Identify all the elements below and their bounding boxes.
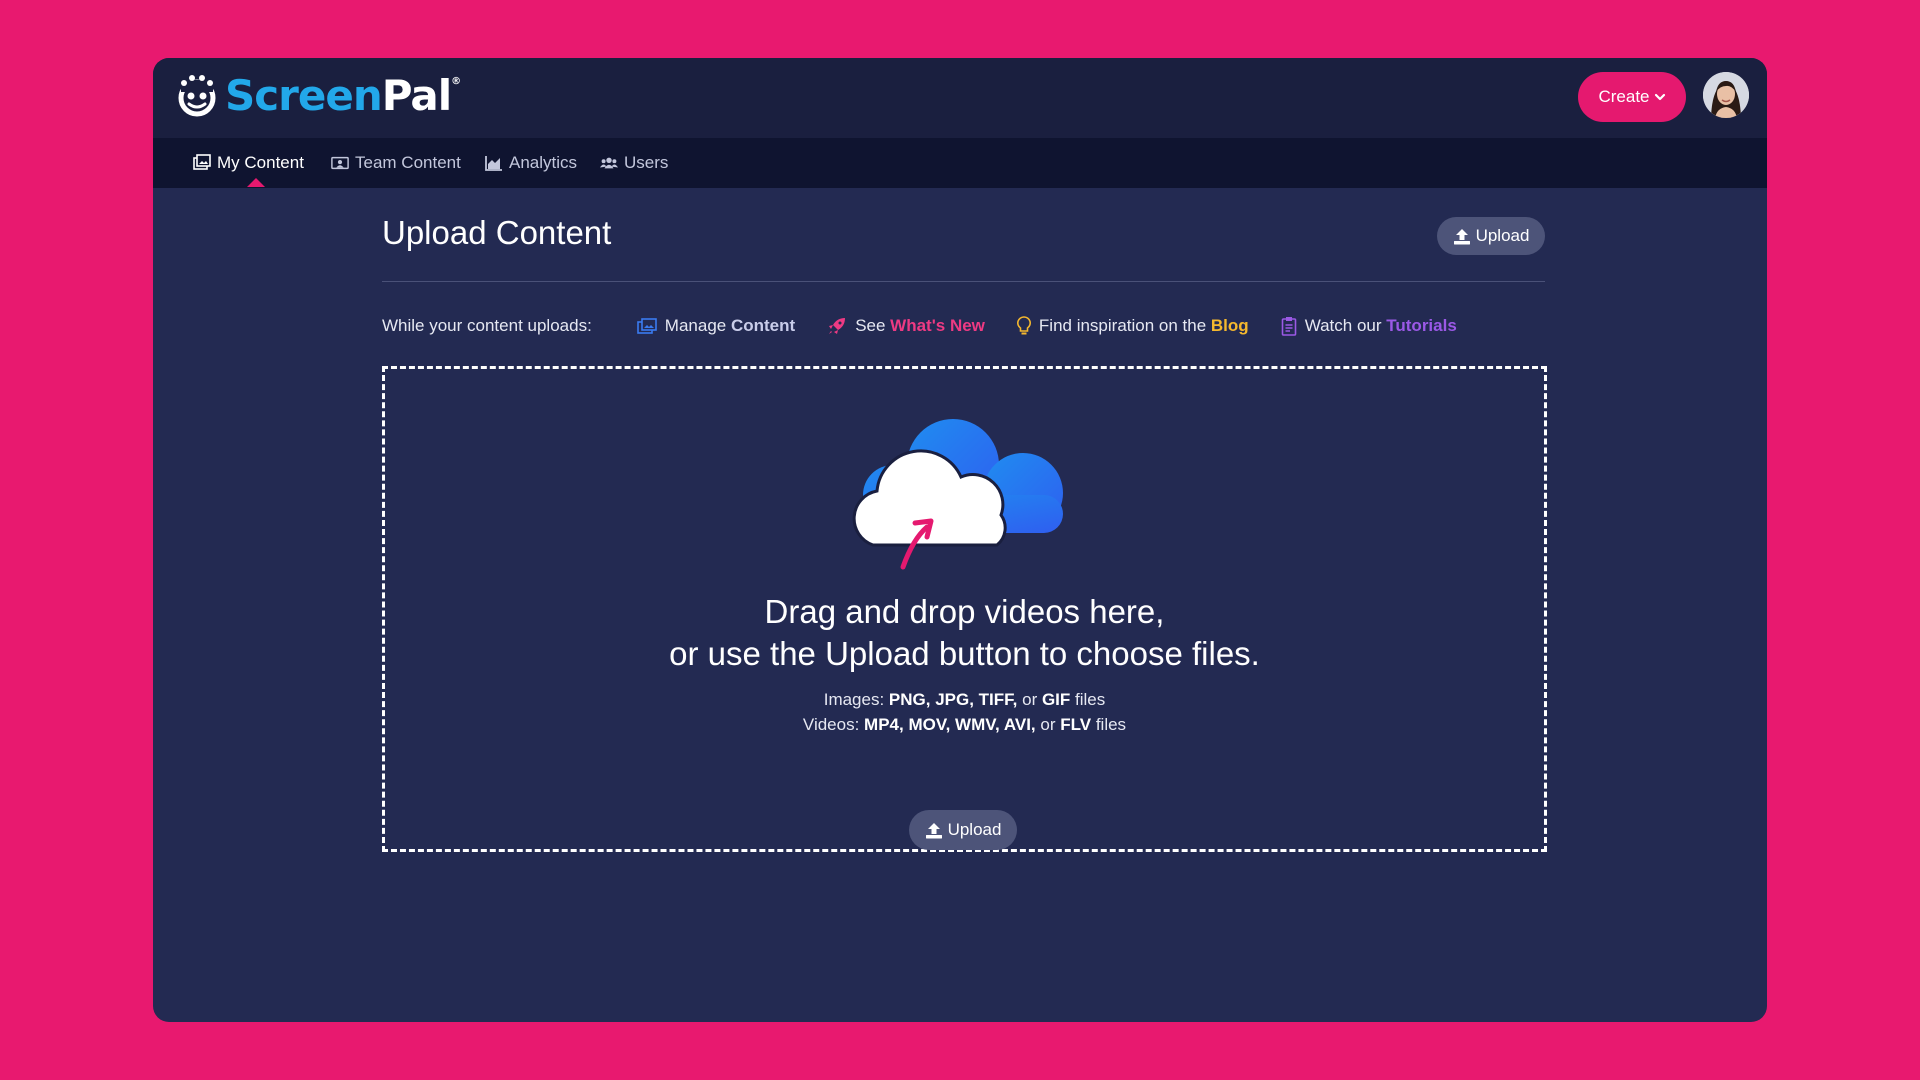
nav-users[interactable]: Users xyxy=(600,138,668,188)
screenpal-logo-icon xyxy=(178,75,216,117)
uploads-lead-text: While your content uploads: xyxy=(382,316,592,335)
team-content-icon xyxy=(331,154,349,172)
nav-team-content[interactable]: Team Content xyxy=(331,138,461,188)
upload-button-label: Upload xyxy=(1475,226,1530,245)
nav-label: My Content xyxy=(217,153,304,172)
tip-tutorials[interactable]: Watch our Tutorials xyxy=(1281,316,1457,336)
create-button-label: Create xyxy=(1598,87,1650,106)
page-title: Upload Content xyxy=(382,214,612,251)
lightbulb-icon xyxy=(1016,316,1031,335)
top-bar: ScreenPal® Create xyxy=(153,58,1767,138)
app-window: ScreenPal® Create My Content Team Conten… xyxy=(153,58,1767,1022)
upload-dropzone[interactable]: Drag and drop videos here, or use the Up… xyxy=(382,366,1547,852)
image-formats-text: Images: PNG, JPG, TIFF, or GIF files xyxy=(823,690,1106,709)
clipboard-icon xyxy=(1281,317,1296,336)
nav-label: Team Content xyxy=(355,153,461,172)
avatar-icon xyxy=(1703,72,1749,118)
header-divider xyxy=(382,281,1545,282)
user-avatar[interactable] xyxy=(1703,72,1749,118)
nav-analytics[interactable]: Analytics xyxy=(485,138,577,188)
analytics-icon xyxy=(485,154,503,172)
screenpal-logo[interactable]: ScreenPal® xyxy=(175,71,461,120)
my-content-icon xyxy=(193,154,211,172)
nav-label: Analytics xyxy=(509,153,578,172)
tip-label: Manage Content xyxy=(664,316,796,335)
upload-icon xyxy=(1453,228,1470,244)
upload-icon xyxy=(925,822,942,838)
users-icon xyxy=(600,154,618,172)
tip-manage-content[interactable]: Manage Content xyxy=(636,316,796,336)
tip-whats-new[interactable]: See What's New xyxy=(827,316,985,336)
tip-label: See What's New xyxy=(855,316,985,335)
main-nav: My Content Team Content Analytics Users xyxy=(153,138,1767,188)
active-nav-indicator xyxy=(247,178,265,187)
upload-button-label: Upload xyxy=(947,820,1002,839)
video-formats-text: Videos: MP4, MOV, WMV, AVI, or FLV files xyxy=(802,715,1127,734)
brand-name: ScreenPal® xyxy=(225,71,461,120)
rocket-icon xyxy=(829,318,846,334)
upload-button-dropzone[interactable]: Upload xyxy=(909,810,1017,850)
uploads-tips-bar: While your content uploads: Manage Conte… xyxy=(382,311,1489,341)
nav-label: Users xyxy=(624,153,669,172)
tip-label: Watch our Tutorials xyxy=(1304,316,1457,335)
manage-content-icon xyxy=(636,318,657,334)
tip-blog[interactable]: Find inspiration on the Blog xyxy=(1016,316,1249,336)
cloud-upload-icon xyxy=(852,419,1063,570)
chevron-down-icon xyxy=(1654,93,1665,101)
tip-label: Find inspiration on the Blog xyxy=(1038,316,1249,335)
dropzone-line-2: or use the Upload button to choose files… xyxy=(669,635,1260,672)
create-button[interactable]: Create xyxy=(1578,72,1686,122)
dropzone-line-1: Drag and drop videos here, xyxy=(764,593,1165,630)
upload-button-header[interactable]: Upload xyxy=(1437,217,1545,255)
